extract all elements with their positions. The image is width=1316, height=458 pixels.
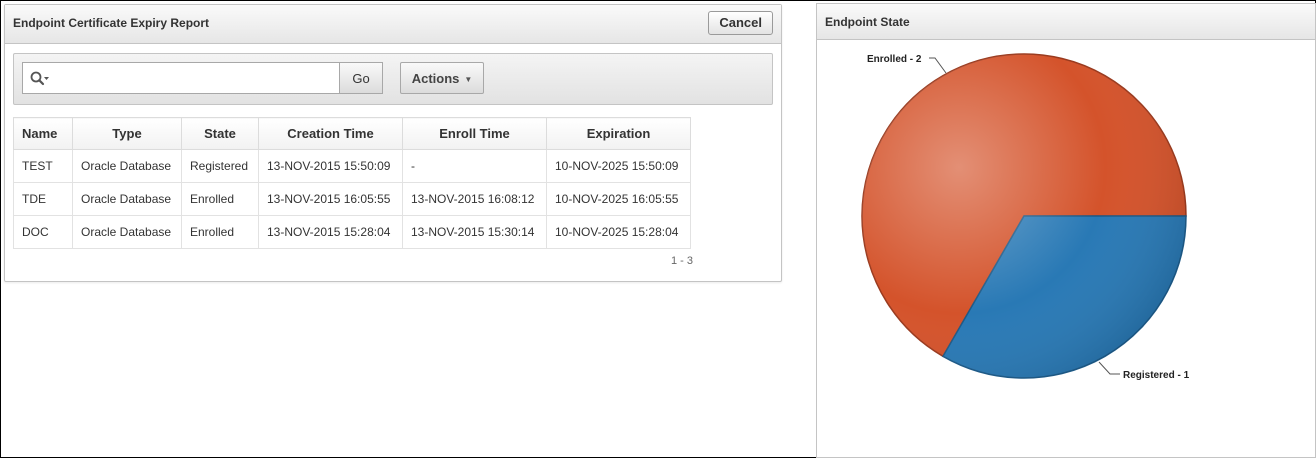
search-box[interactable] — [22, 62, 340, 94]
column-header-type[interactable]: Type — [72, 117, 182, 150]
cell-name: TEST — [13, 149, 73, 183]
report-region: Endpoint Certificate Expiry Report Cance… — [4, 4, 782, 282]
table-row: TEST Oracle Database Registered 13-NOV-2… — [13, 149, 691, 183]
cell-creation-time: 13-NOV-2015 15:28:04 — [258, 215, 403, 249]
report-title: Endpoint Certificate Expiry Report — [13, 16, 210, 30]
pie-chart: Enrolled - 2 Registered - 1 — [861, 53, 1190, 381]
pie-label-enrolled: Enrolled - 2 — [867, 54, 922, 65]
pie-label-registered-leader-line — [1098, 361, 1120, 375]
search-input[interactable] — [57, 65, 337, 93]
actions-menu-button[interactable]: Actions ▼ — [400, 62, 484, 94]
cell-name: DOC — [13, 215, 73, 249]
cell-state: Registered — [181, 149, 259, 183]
actions-label: Actions — [411, 70, 460, 86]
pie-label-enrolled-leader-line — [929, 57, 947, 74]
cell-expiration: 10-NOV-2025 15:28:04 — [546, 215, 691, 249]
column-header-creation-time[interactable]: Creation Time — [258, 117, 403, 150]
report-region-header: Endpoint Certificate Expiry Report Cance… — [5, 5, 781, 44]
table-header-row: Name Type State Creation Time Enroll Tim… — [13, 117, 691, 150]
cell-creation-time: 13-NOV-2015 16:05:55 — [258, 182, 403, 216]
search-icon[interactable] — [29, 70, 51, 88]
report-table: Name Type State Creation Time Enroll Tim… — [13, 117, 691, 249]
pagination-info: 1 - 3 — [671, 255, 694, 267]
cell-enroll-time: - — [402, 149, 547, 183]
cell-state: Enrolled — [181, 182, 259, 216]
column-header-state[interactable]: State — [181, 117, 259, 150]
caret-down-icon: ▼ — [464, 74, 473, 84]
cell-name: TDE — [13, 182, 73, 216]
report-toolbar: Go Actions ▼ — [13, 53, 773, 105]
table-row: TDE Oracle Database Enrolled 13-NOV-2015… — [13, 182, 691, 216]
cell-type: Oracle Database — [72, 149, 182, 183]
cell-expiration: 10-NOV-2025 15:50:09 — [546, 149, 691, 183]
cancel-button[interactable]: Cancel — [708, 11, 773, 35]
chart-region: Endpoint State Enrolled - 2 Registered - … — [816, 3, 1316, 458]
column-header-enroll-time[interactable]: Enroll Time — [402, 117, 547, 150]
column-header-expiration[interactable]: Expiration — [546, 117, 691, 150]
cell-enroll-time: 13-NOV-2015 15:30:14 — [402, 215, 547, 249]
table-row: DOC Oracle Database Enrolled 13-NOV-2015… — [13, 215, 691, 249]
cell-enroll-time: 13-NOV-2015 16:08:12 — [402, 182, 547, 216]
go-button[interactable]: Go — [340, 62, 383, 94]
pie-label-registered: Registered - 1 — [1123, 370, 1190, 381]
cell-expiration: 10-NOV-2025 16:05:55 — [546, 182, 691, 216]
column-header-name[interactable]: Name — [13, 117, 73, 150]
cell-creation-time: 13-NOV-2015 15:50:09 — [258, 149, 403, 183]
cell-type: Oracle Database — [72, 182, 182, 216]
cell-state: Enrolled — [181, 215, 259, 249]
cell-type: Oracle Database — [72, 215, 182, 249]
